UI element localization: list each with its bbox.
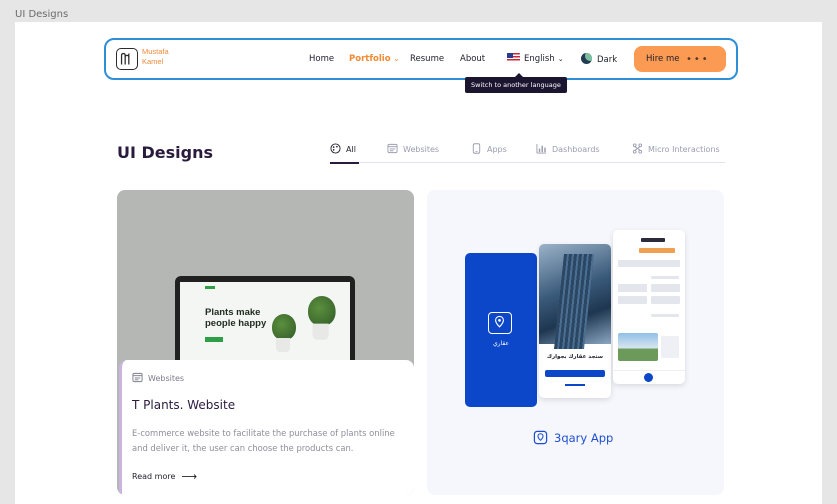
preview-headline: Plants make people happy (205, 307, 266, 329)
moon-icon (581, 53, 592, 64)
onboarding-link (565, 384, 585, 386)
arrow-right-icon: ⟶ (181, 470, 198, 483)
location-pin-icon (488, 312, 512, 334)
preview-headline-line1: Plants make (205, 307, 261, 318)
theme-toggle[interactable]: Dark (581, 53, 617, 65)
frame-label: UI Designs (15, 9, 69, 20)
preview-headline-line2: people happy (205, 318, 267, 329)
card-description: E-commerce website to facilitate the pur… (132, 428, 395, 453)
phone-home-screen (613, 230, 685, 384)
hire-me-button[interactable]: Hire me ••• (634, 46, 726, 72)
tab-micro-interactions-label: Micro Interactions (648, 145, 720, 154)
page-canvas: Mustafa Kamel Home Portfolio ⌄ Resume Abo… (15, 22, 822, 504)
plant-image (308, 296, 336, 340)
app-card-title-label: 3qary App (554, 431, 614, 445)
tab-all[interactable]: All (330, 143, 359, 164)
nav-link-home[interactable]: Home (309, 54, 334, 64)
tab-websites-label: Websites (403, 145, 440, 154)
phone-icon (472, 143, 481, 154)
website-preview: Plants make people happy (180, 282, 350, 362)
tab-dashboards[interactable]: Dashboards (536, 143, 600, 154)
phone-splash-screen: عقاري (465, 253, 537, 407)
bar-chart-icon (536, 143, 547, 154)
tab-apps-label: Apps (487, 145, 507, 154)
onboarding-title: ستجد عقارك بجوارك (546, 354, 604, 360)
laptop-mockup: Plants make people happy (175, 276, 355, 362)
interactions-icon (632, 143, 643, 154)
logo-icon[interactable] (116, 48, 138, 70)
tab-micro-interactions[interactable]: Micro Interactions (632, 143, 720, 154)
browser-icon (387, 143, 398, 154)
tab-websites[interactable]: Websites (387, 143, 439, 154)
location-pin-icon (533, 430, 548, 445)
brand-name[interactable]: Mustafa Kamel (142, 47, 169, 67)
brand-last-name: Kamel (142, 57, 164, 66)
language-label: English (524, 54, 555, 64)
read-more-label: Read more (132, 472, 176, 481)
read-more-link[interactable]: Read more ⟶ (132, 470, 197, 483)
category-filter-tabs: All Websites Apps Dashboards Micro Inter… (330, 141, 725, 164)
card-category-label: Websites (148, 374, 185, 383)
plant-image (272, 314, 296, 352)
add-icon (644, 373, 653, 382)
tab-all-label: All (346, 145, 356, 154)
language-tooltip: Switch to another language (465, 73, 567, 93)
app-card-title: 3qary App (533, 430, 613, 445)
nav-link-resume[interactable]: Resume (410, 54, 444, 64)
tab-dashboards-label: Dashboards (552, 145, 600, 154)
card-category: Websites (132, 372, 184, 383)
card-title: T Plants. Website (132, 398, 236, 412)
nav-link-portfolio-label: Portfolio (349, 54, 391, 64)
nav-link-about[interactable]: About (460, 54, 485, 64)
phone-onboarding-screen: ستجد عقارك بجوارك (539, 244, 611, 398)
nav-link-portfolio[interactable]: Portfolio ⌄ (349, 54, 399, 64)
top-navigation-bar: Mustafa Kamel Home Portfolio ⌄ Resume Abo… (104, 38, 738, 80)
brand-first-name: Mustafa (142, 47, 169, 56)
preview-cta (205, 337, 223, 342)
project-card-plants[interactable]: Plants make people happy Websites T Plan… (117, 190, 414, 495)
card-info-panel: Websites T Plants. Website E-commerce we… (119, 360, 414, 495)
chevron-down-icon: ⌄ (557, 55, 564, 63)
property-photo (618, 333, 658, 361)
onboarding-button (545, 370, 605, 377)
page-title: UI Designs (117, 143, 214, 162)
us-flag-icon (507, 53, 520, 62)
browser-icon (132, 372, 143, 383)
building-photo (539, 244, 611, 344)
dots-icon: ••• (686, 54, 710, 65)
chevron-down-icon: ⌄ (393, 55, 400, 63)
language-selector[interactable]: English ⌄ (507, 53, 564, 64)
hire-me-label: Hire me (646, 54, 680, 64)
preview-logo (205, 286, 215, 289)
project-card-3qary[interactable]: عقاري ستجد عقارك بجوارك 3qary App (427, 190, 724, 495)
palette-icon (330, 143, 341, 154)
tab-apps[interactable]: Apps (471, 143, 507, 154)
theme-label: Dark (597, 55, 618, 65)
splash-app-name: عقاري (492, 340, 510, 347)
bottom-nav (613, 370, 685, 384)
